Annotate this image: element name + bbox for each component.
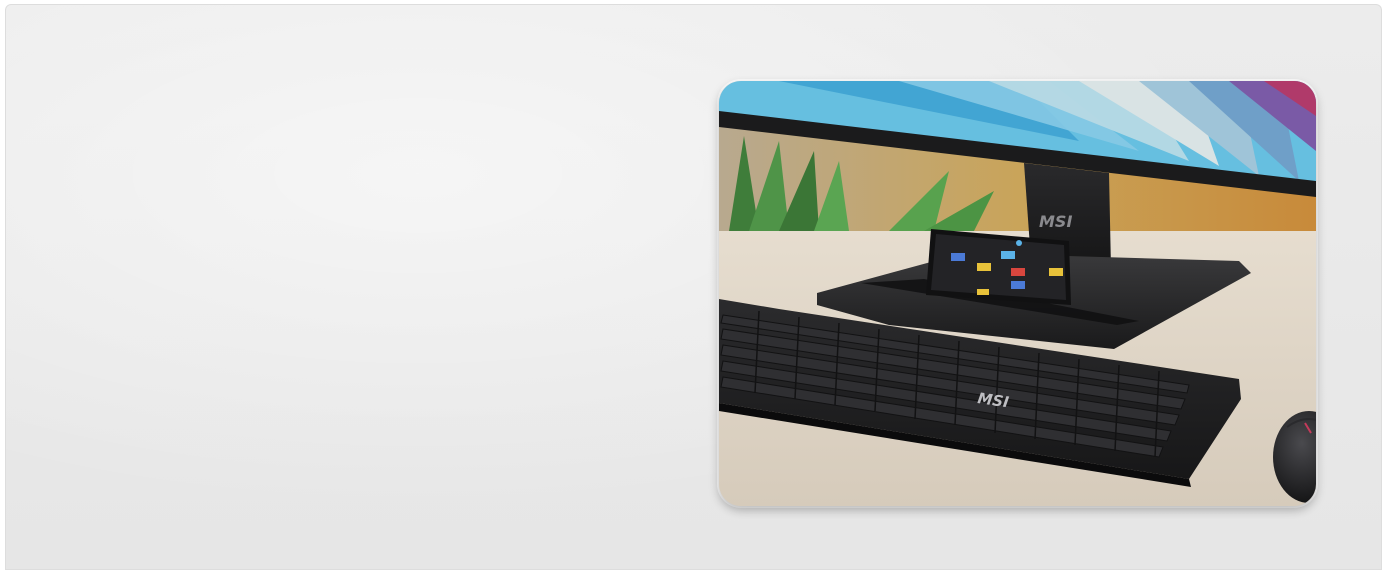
smartphone xyxy=(926,229,1071,305)
product-photo-card: MSI MSI xyxy=(719,81,1316,506)
monitor-logo: MSI xyxy=(1039,212,1072,231)
product-photo: MSI MSI xyxy=(719,81,1316,506)
page: MSI MSI xyxy=(0,0,1387,570)
hero-banner: MSI MSI xyxy=(5,4,1382,570)
